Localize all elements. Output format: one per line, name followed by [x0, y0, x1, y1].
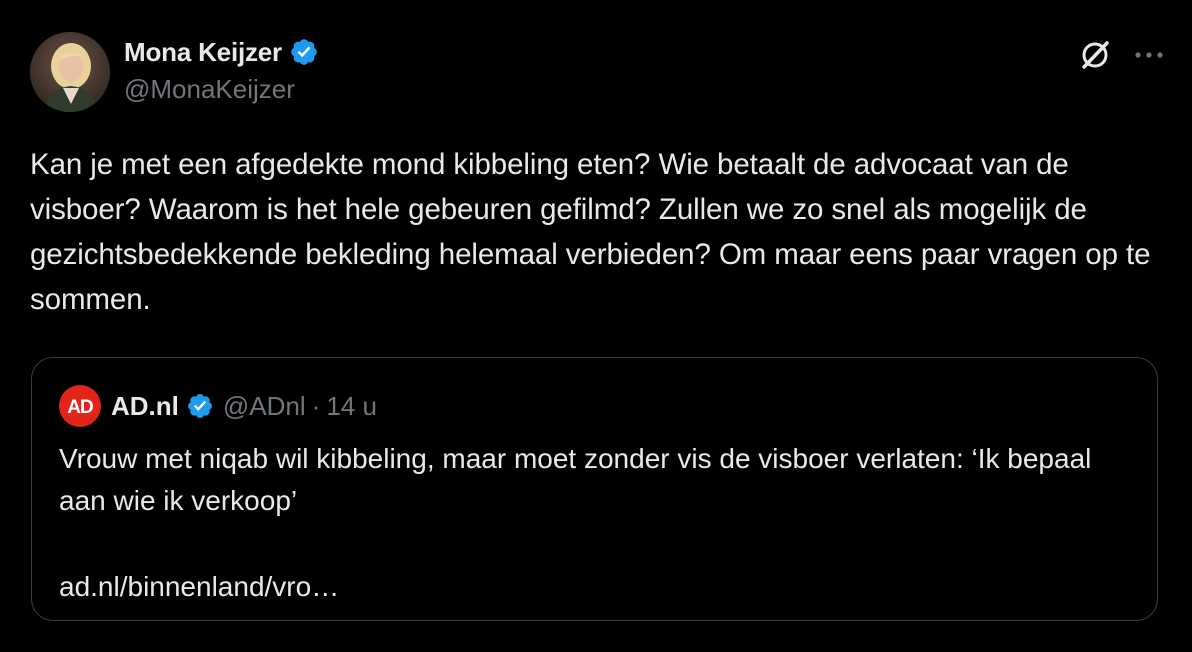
grok-icon[interactable]: [1078, 38, 1112, 72]
tweet-text: Kan je met een afgedekte mond kibbeling …: [30, 148, 1159, 316]
quoted-tweet-time[interactable]: 14 u: [326, 391, 377, 422]
author-avatar[interactable]: [30, 32, 110, 112]
separator-dot: ·: [311, 390, 321, 421]
verified-badge-icon[interactable]: [289, 37, 319, 67]
quoted-tweet[interactable]: AD AD.nl @ADnl · 14 u Vrouw met niqab wi…: [31, 357, 1158, 621]
quoted-author-name[interactable]: AD.nl: [111, 391, 179, 422]
ad-logo-avatar[interactable]: AD: [59, 385, 101, 427]
author-name-row: Mona Keijzer: [124, 34, 319, 70]
quoted-tweet-text: Vrouw met niqab wil kibbeling, maar moet…: [59, 443, 1100, 516]
avatar-image: [30, 32, 110, 112]
tweet-card: Mona Keijzer @MonaKeijzer Kan je met een…: [0, 0, 1192, 652]
author-info: Mona Keijzer @MonaKeijzer: [124, 34, 319, 105]
quoted-tweet-header: AD AD.nl @ADnl · 14 u: [59, 385, 377, 427]
quoted-author-handle[interactable]: @ADnl: [223, 391, 306, 422]
verified-badge-icon[interactable]: [186, 392, 214, 420]
author-handle[interactable]: @MonaKeijzer: [124, 74, 319, 105]
tweet-actions: [1078, 38, 1164, 72]
more-options-icon[interactable]: [1134, 50, 1164, 60]
quoted-tweet-link[interactable]: ad.nl/binnenland/vro…: [59, 566, 339, 608]
ad-logo-text: AD: [67, 397, 93, 418]
author-name[interactable]: Mona Keijzer: [124, 37, 282, 68]
